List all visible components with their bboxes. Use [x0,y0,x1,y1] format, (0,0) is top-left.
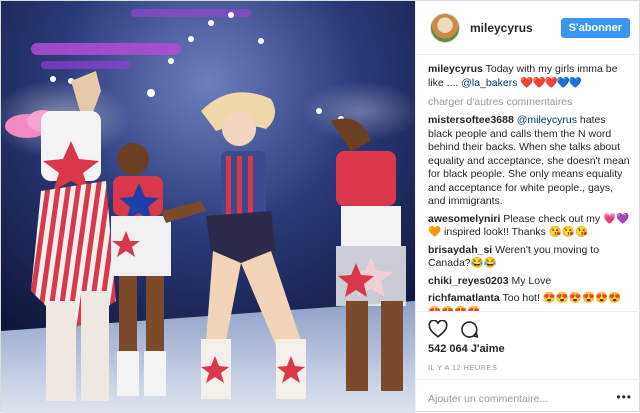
comment-username[interactable]: chiki_reyes0203 [428,275,509,287]
caption-emoji: ❤️❤️❤️💙💙 [520,76,581,89]
add-comment-input[interactable] [428,393,608,405]
comment-text: hates black people and calls them the N … [428,114,630,207]
header-username[interactable]: mileycyrus [470,21,561,35]
comment-item: awesomelyniri Please check out my 💗💜🧡 in… [428,213,632,240]
avatar[interactable] [430,12,460,43]
post-photo[interactable] [1,1,415,413]
comment-username[interactable]: richfamatlanta [428,292,500,304]
comments-section: mileycyrus Today with my girls imma be l… [416,55,640,311]
follow-button[interactable]: S'abonner [560,17,630,38]
add-comment-bar: ••• [416,379,640,413]
caption-mention[interactable]: @la_bakers [461,77,517,89]
post-side-panel: mileycyrus S'abonner mileycyrus Today wi… [415,1,640,413]
post-timestamp[interactable]: IL Y A 12 HEURES [428,363,497,372]
comment-item: richfamatlanta Too hot! 😍😍😍😍😍😍😍😍😍😍 [428,292,632,311]
comment-username[interactable]: mistersoftee3688 [428,114,514,126]
more-options-icon[interactable]: ••• [616,390,632,404]
caption: mileycyrus Today with my girls imma be l… [428,63,632,90]
post-header: mileycyrus S'abonner [416,1,640,55]
comment-item: mistersoftee3688 @mileycyrus hates black… [428,114,632,209]
caption-username[interactable]: mileycyrus [428,63,483,75]
comment-item: chiki_reyes0203 My Love [428,275,632,289]
instagram-post-window: mileycyrus S'abonner mileycyrus Today wi… [0,0,640,413]
comment-username[interactable]: brisaydah_si [428,244,492,256]
concert-stage-image [1,1,415,413]
comment-mention[interactable]: @mileycyrus [517,114,577,126]
comment-item: brisaydah_si Weren't you moving to Canad… [428,244,632,271]
load-more-comments-link[interactable]: charger d'autres commentaires [428,96,632,108]
comment-username[interactable]: awesomelyniri [428,213,500,225]
comment-text: My Love [508,274,552,287]
likes-count[interactable]: 542 064 J'aime [428,343,505,355]
